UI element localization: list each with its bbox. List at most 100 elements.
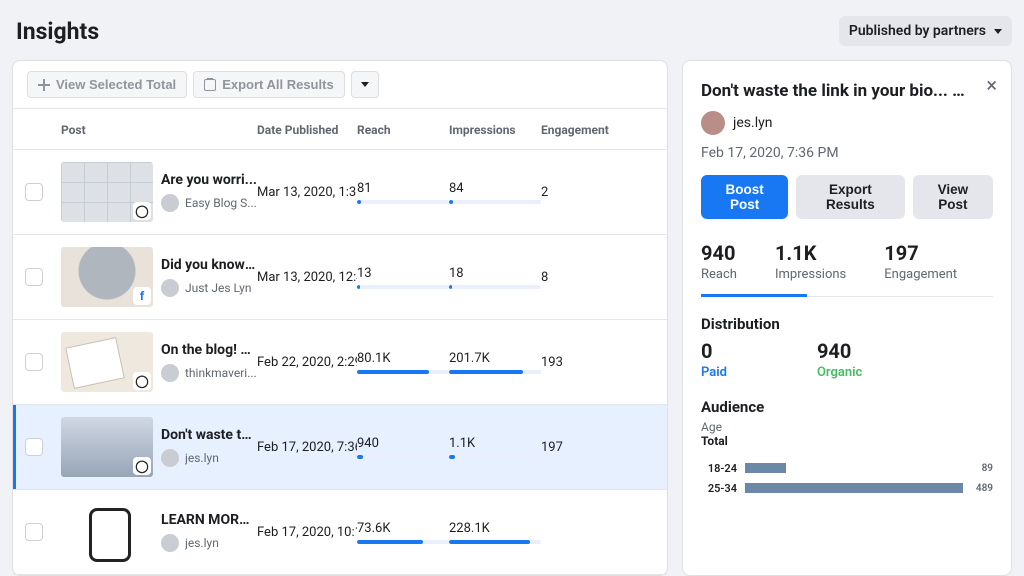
tab-engagement[interactable]: 197 Engagement bbox=[884, 241, 957, 296]
toolbar-more-button[interactable] bbox=[351, 71, 379, 98]
export-results-button[interactable]: Export Results bbox=[796, 175, 904, 219]
table-row[interactable]: f Did you know ... Just Jes Lyn Mar 13, … bbox=[13, 235, 667, 320]
age-label: Age bbox=[701, 420, 993, 434]
row-checkbox[interactable] bbox=[25, 268, 43, 286]
post-meta: Don't waste th... jes.lyn bbox=[153, 427, 257, 467]
age-bar bbox=[745, 483, 968, 493]
row-checkbox[interactable] bbox=[25, 183, 43, 201]
stat-eng-label: Engagement bbox=[884, 267, 957, 282]
author-name: Just Jes Lyn bbox=[185, 281, 251, 295]
col-header-reach[interactable]: Reach bbox=[357, 123, 449, 137]
facebook-icon: f bbox=[133, 287, 151, 305]
cell-reach: 81 bbox=[357, 181, 449, 204]
author-name: Easy Blog S... bbox=[185, 196, 257, 210]
post-meta: Are you worri... Easy Blog S... bbox=[153, 172, 257, 212]
cell-reach: 940 bbox=[357, 436, 449, 459]
publisher-filter-dropdown[interactable]: Published by partners bbox=[839, 16, 1012, 46]
table-row[interactable]: LEARN MORE ... jes.lyn Feb 17, 2020, 10:… bbox=[13, 490, 667, 575]
boost-post-button[interactable]: Boost Post bbox=[701, 175, 788, 219]
cell-date: Feb 22, 2020, 2:29 bbox=[257, 355, 357, 370]
toolbar: View Selected Total Export All Results bbox=[13, 61, 667, 109]
detail-author-name: jes.lyn bbox=[733, 115, 772, 131]
col-header-date[interactable]: Date Published bbox=[257, 123, 357, 137]
organic-value: 940 bbox=[817, 339, 862, 363]
organic-label: Organic bbox=[817, 365, 862, 380]
row-checkbox[interactable] bbox=[25, 438, 43, 456]
age-bucket-label: 18-24 bbox=[701, 462, 737, 475]
age-chart: 18-24 89 25-34 489 bbox=[701, 458, 993, 498]
detail-author[interactable]: jes.lyn bbox=[701, 111, 993, 135]
row-checkbox[interactable] bbox=[25, 353, 43, 371]
cell-reach: 80.1K bbox=[357, 351, 449, 374]
age-bar bbox=[745, 463, 974, 473]
plus-icon bbox=[38, 79, 50, 91]
author-name: jes.lyn bbox=[185, 536, 219, 550]
author-name: thinkmaveri... bbox=[185, 366, 257, 380]
avatar bbox=[161, 279, 179, 297]
export-icon bbox=[204, 79, 216, 91]
detail-panel: × Don't waste the link in your bio... Ha… bbox=[682, 60, 1012, 576]
table-row[interactable]: ◯ Are you worri... Easy Blog S... Mar 13… bbox=[13, 150, 667, 235]
page-title: Insights bbox=[16, 18, 99, 45]
cell-engagement: 193 bbox=[541, 355, 609, 370]
detail-actions: Boost Post Export Results View Post bbox=[701, 175, 993, 219]
tab-reach[interactable]: 940 Reach bbox=[701, 241, 737, 296]
age-chart-row: 25-34 489 bbox=[701, 478, 993, 498]
table-header: Post Date Published Reach Impressions En… bbox=[13, 109, 667, 150]
export-all-results-label: Export All Results bbox=[222, 77, 333, 92]
detail-title: Don't waste the link in your bio... Have… bbox=[701, 81, 973, 101]
stat-impr-value: 1.1K bbox=[775, 241, 846, 265]
col-header-engagement[interactable]: Engagement bbox=[541, 123, 609, 137]
cell-engagement: 2 bbox=[541, 185, 609, 200]
post-author[interactable]: jes.lyn bbox=[161, 449, 257, 467]
cell-impressions: 84 bbox=[449, 181, 541, 204]
view-post-button[interactable]: View Post bbox=[913, 175, 993, 219]
post-meta: On the blog! O... thinkmaveri... bbox=[153, 342, 257, 382]
view-selected-total-button[interactable]: View Selected Total bbox=[27, 71, 187, 98]
detail-date: Feb 17, 2020, 7:36 PM bbox=[701, 145, 993, 161]
post-author[interactable]: Easy Blog S... bbox=[161, 194, 257, 212]
cell-impressions: 1.1K bbox=[449, 436, 541, 459]
active-tab-indicator bbox=[701, 294, 807, 297]
paid-value: 0 bbox=[701, 339, 727, 363]
cell-date: Mar 13, 2020, 12:4 bbox=[257, 270, 357, 285]
publisher-filter-label: Published by partners bbox=[849, 23, 986, 39]
table-body: ◯ Are you worri... Easy Blog S... Mar 13… bbox=[13, 150, 667, 575]
age-bucket-value: 89 bbox=[982, 463, 993, 474]
close-icon[interactable]: × bbox=[986, 73, 997, 97]
cell-date: Feb 17, 2020, 7:36 bbox=[257, 440, 357, 455]
table-row[interactable]: ◯ Don't waste th... jes.lyn Feb 17, 2020… bbox=[13, 405, 667, 490]
col-header-impressions[interactable]: Impressions bbox=[449, 123, 541, 137]
instagram-icon: ◯ bbox=[133, 202, 151, 220]
stat-reach-label: Reach bbox=[701, 267, 737, 282]
post-author[interactable]: thinkmaveri... bbox=[161, 364, 257, 382]
distribution-title: Distribution bbox=[701, 315, 993, 333]
table-row[interactable]: ◯ On the blog! O... thinkmaveri... Feb 2… bbox=[13, 320, 667, 405]
cell-reach: 13 bbox=[357, 266, 449, 289]
avatar bbox=[161, 194, 179, 212]
post-title: LEARN MORE ... bbox=[161, 512, 257, 528]
avatar bbox=[161, 364, 179, 382]
row-checkbox[interactable] bbox=[25, 523, 43, 541]
avatar bbox=[161, 449, 179, 467]
caret-down-icon bbox=[994, 29, 1002, 34]
total-label: Total bbox=[701, 434, 993, 448]
col-header-post[interactable]: Post bbox=[61, 123, 257, 137]
cell-impressions: 18 bbox=[449, 266, 541, 289]
cell-date: Mar 13, 2020, 1:36 bbox=[257, 185, 357, 200]
post-thumbnail[interactable]: ◯ bbox=[61, 417, 153, 477]
audience-title: Audience bbox=[701, 398, 993, 416]
view-selected-total-label: View Selected Total bbox=[56, 77, 176, 92]
post-thumbnail[interactable]: ◯ bbox=[61, 162, 153, 222]
post-thumbnail[interactable] bbox=[61, 502, 153, 562]
post-author[interactable]: Just Jes Lyn bbox=[161, 279, 257, 297]
instagram-icon: ◯ bbox=[133, 457, 151, 475]
tab-impressions[interactable]: 1.1K Impressions bbox=[775, 241, 846, 296]
post-title: On the blog! O... bbox=[161, 342, 257, 358]
post-thumbnail[interactable]: ◯ bbox=[61, 332, 153, 392]
post-thumbnail[interactable]: f bbox=[61, 247, 153, 307]
cell-impressions: 228.1K bbox=[449, 521, 541, 544]
stat-eng-value: 197 bbox=[884, 241, 957, 265]
export-all-results-button[interactable]: Export All Results bbox=[193, 71, 344, 98]
stat-impr-label: Impressions bbox=[775, 267, 846, 282]
